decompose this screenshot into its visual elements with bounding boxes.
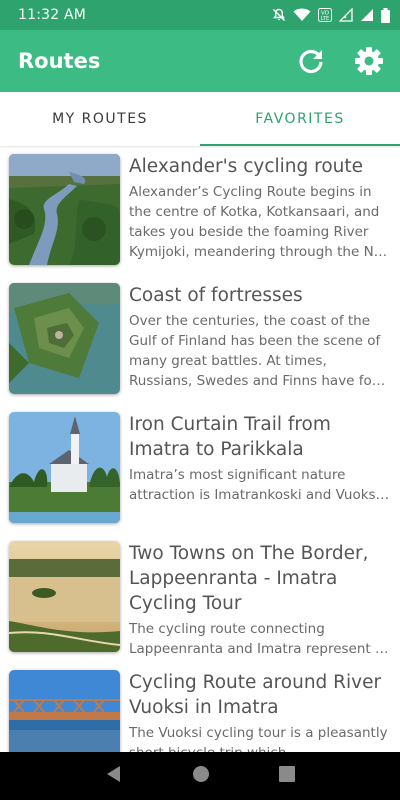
route-title: Two Towns on The Border, Lappeenranta - …	[129, 543, 369, 614]
tab-my-routes[interactable]: MY ROUTES	[0, 92, 200, 146]
app-bar: Routes	[0, 30, 400, 92]
list-item[interactable]: Coast of fortresses Over the centuries, …	[0, 275, 400, 404]
list-item[interactable]: Iron Curtain Trail from Imatra to Parikk…	[0, 404, 400, 533]
status-bar: 11:32 AM VO LTE	[0, 0, 400, 30]
route-thumbnail	[9, 670, 120, 752]
app-bar-actions	[296, 46, 384, 76]
route-title: Coast of fortresses	[129, 285, 303, 306]
tab-bar: MY ROUTES FAVORITES	[0, 92, 400, 146]
svg-text:LTE: LTE	[321, 16, 329, 22]
route-description: The cycling route connecting Lappeenrant…	[129, 621, 389, 657]
route-title: Cycling Route around River Vuoksi in Ima…	[129, 672, 382, 718]
route-text: Coast of fortresses Over the centuries, …	[129, 283, 390, 404]
routes-list[interactable]: Alexander's cycling route Alexander’s Cy…	[0, 146, 400, 752]
signal-icon	[360, 8, 374, 22]
page-title: Routes	[18, 49, 101, 73]
status-time: 11:32 AM	[18, 7, 87, 23]
route-text: Alexander's cycling route Alexander’s Cy…	[129, 154, 390, 275]
route-description: Over the centuries, the coast of the Gul…	[129, 313, 386, 389]
list-item[interactable]: Two Towns on The Border, Lappeenranta - …	[0, 533, 400, 662]
route-description: Imatra’s most significant nature attract…	[129, 467, 384, 503]
volte-icon: VO LTE	[318, 8, 332, 22]
settings-icon[interactable]	[354, 46, 384, 76]
recents-icon[interactable]	[279, 766, 296, 786]
list-item[interactable]: Cycling Route around River Vuoksi in Ima…	[0, 662, 400, 752]
route-title: Iron Curtain Trail from Imatra to Parikk…	[129, 414, 331, 460]
back-icon[interactable]	[105, 765, 123, 787]
route-thumbnail	[9, 154, 120, 265]
route-description: Alexander’s Cycling Route begins in the …	[129, 184, 388, 260]
system-nav-bar	[0, 752, 400, 800]
route-thumbnail	[9, 283, 120, 394]
route-thumbnail	[9, 412, 120, 523]
tab-favorites[interactable]: FAVORITES	[200, 92, 400, 146]
route-text: Cycling Route around River Vuoksi in Ima…	[129, 670, 390, 752]
route-thumbnail	[9, 541, 120, 652]
route-title: Alexander's cycling route	[129, 156, 363, 177]
mute-icon	[272, 8, 286, 22]
refresh-icon[interactable]	[296, 46, 326, 76]
battery-icon	[381, 7, 390, 23]
route-description: The Vuoksi cycling tour is a pleasantly …	[129, 725, 388, 752]
list-item[interactable]: Alexander's cycling route Alexander’s Cy…	[0, 146, 400, 275]
home-icon[interactable]	[192, 765, 210, 787]
status-icons: VO LTE	[272, 7, 390, 23]
route-text: Iron Curtain Trail from Imatra to Parikk…	[129, 412, 390, 533]
signal-icon	[339, 8, 353, 22]
wifi-icon	[293, 8, 311, 22]
route-text: Two Towns on The Border, Lappeenranta - …	[129, 541, 390, 662]
